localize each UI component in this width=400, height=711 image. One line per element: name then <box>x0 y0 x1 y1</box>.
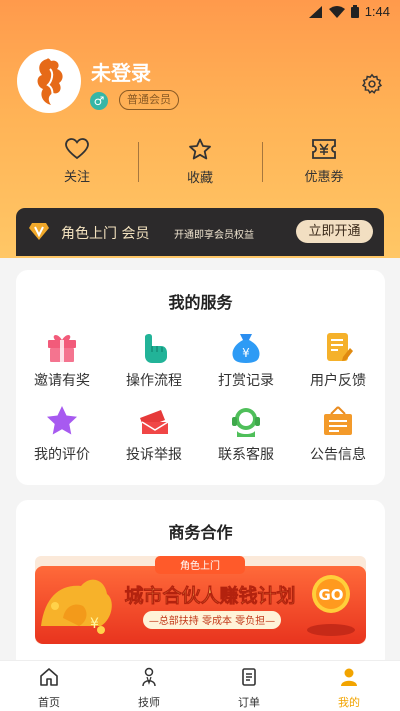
stat-coupon[interactable]: 优惠券 <box>264 138 384 185</box>
status-time: 1:44 <box>364 4 390 19</box>
tab-home[interactable]: 首页 <box>19 667 79 710</box>
vip-title: 角色上门 会员 <box>61 226 150 242</box>
status-bar: 1:44 <box>0 0 400 26</box>
announcement-board-icon <box>324 406 352 435</box>
stat-divider <box>138 142 139 182</box>
username[interactable]: 未登录 <box>91 57 151 86</box>
money-bag-icon: ¥ <box>232 334 260 363</box>
stat-divider <box>262 142 263 182</box>
member-level-badge: 普通会员 <box>119 90 179 110</box>
tab-mine[interactable]: 我的 <box>319 667 379 710</box>
tab-orders[interactable]: 订单 <box>219 667 279 710</box>
banner-points: —总部扶持 零成本 零负担— <box>149 614 275 627</box>
service-operation-flow[interactable]: 操作流程 <box>108 330 200 390</box>
stat-favorite-label: 收藏 <box>186 171 213 186</box>
gender-male-icon: ♂ <box>90 92 108 110</box>
service-label: 投诉举报 <box>126 447 182 463</box>
complaint-envelope-icon <box>140 410 169 434</box>
settings-gear-icon[interactable] <box>361 73 383 95</box>
tab-label: 订单 <box>238 696 260 709</box>
pointer-hand-icon <box>145 334 167 363</box>
service-label: 打赏记录 <box>218 373 274 389</box>
city-partner-banner[interactable]: 角色上门 ¥ 城市合伙人赚钱计划 —总部扶持 零成本 零负担— GO <box>35 556 366 644</box>
service-label: 我的评价 <box>34 447 90 463</box>
phoenix-logo-icon <box>37 58 63 105</box>
vip-subtitle: 开通即享会员权益 <box>174 230 254 241</box>
service-contact-support[interactable]: 联系客服 <box>200 404 292 464</box>
service-label: 公告信息 <box>310 447 366 463</box>
stat-favorite[interactable]: 收藏 <box>140 138 260 186</box>
tab-technician[interactable]: 技师 <box>119 667 179 710</box>
vip-membership-bar[interactable]: 角色上门 会员 开通即享会员权益 立即开通 <box>16 208 384 256</box>
service-label: 用户反馈 <box>310 373 366 389</box>
service-invite-reward[interactable]: 邀请有奖 <box>16 330 108 390</box>
coupon-icon <box>312 139 336 159</box>
city-partner-banner-graphic: 角色上门 ¥ 城市合伙人赚钱计划 —总部扶持 零成本 零负担— GO <box>35 556 366 644</box>
profile-stats: 关注 收藏 优惠券 <box>0 138 400 186</box>
tab-label: 我的 <box>338 696 360 709</box>
vip-diamond-icon <box>29 223 49 240</box>
svg-text:¥: ¥ <box>242 346 250 360</box>
signal-icon <box>308 5 322 18</box>
stat-follow[interactable]: 关注 <box>17 138 137 185</box>
service-my-reviews[interactable]: 我的评价 <box>16 404 108 464</box>
feedback-note-icon <box>327 333 353 361</box>
stat-coupon-label: 优惠券 <box>304 170 344 185</box>
gift-icon <box>48 335 76 362</box>
star-icon <box>47 406 77 435</box>
service-label: 联系客服 <box>218 447 274 463</box>
battery-icon <box>350 5 359 18</box>
profile-icon <box>341 668 357 686</box>
wifi-icon <box>328 5 345 18</box>
star-outline-icon <box>189 138 211 160</box>
home-icon <box>40 668 58 686</box>
avatar[interactable] <box>17 49 81 113</box>
service-user-feedback[interactable]: 用户反馈 <box>292 330 384 390</box>
stat-follow-label: 关注 <box>63 170 90 185</box>
customer-service-icon <box>232 408 260 437</box>
bottom-tab-bar: 首页 技师 订单 我的 <box>0 660 400 711</box>
my-services-card: 我的服务 邀请有奖 操作流程 ¥ 打赏记录 用户反馈 我的评价 投诉举报 联系客… <box>16 270 385 485</box>
my-services-title: 我的服务 <box>168 293 233 312</box>
business-cooperation-title: 商务合作 <box>168 523 233 542</box>
tab-label: 首页 <box>38 696 60 709</box>
technician-icon <box>142 667 156 687</box>
banner-go-button[interactable]: GO <box>318 586 343 604</box>
service-announcements[interactable]: 公告信息 <box>292 404 384 464</box>
service-tip-records[interactable]: ¥ 打赏记录 <box>200 330 292 390</box>
banner-tag: 角色上门 <box>180 559 220 572</box>
order-icon <box>242 668 256 686</box>
activate-vip-button[interactable]: 立即开通 <box>296 220 373 243</box>
service-label: 操作流程 <box>126 373 182 389</box>
service-complaint-report[interactable]: 投诉举报 <box>108 404 200 464</box>
business-cooperation-card: 商务合作 角色上门 ¥ 城市合伙人赚钱计划 —总部扶持 零成本 零负担— GO <box>16 500 385 670</box>
banner-headline: 城市合伙人赚钱计划 <box>124 584 295 607</box>
heart-icon <box>65 138 89 160</box>
service-label: 邀请有奖 <box>34 373 90 389</box>
tab-label: 技师 <box>138 696 160 709</box>
